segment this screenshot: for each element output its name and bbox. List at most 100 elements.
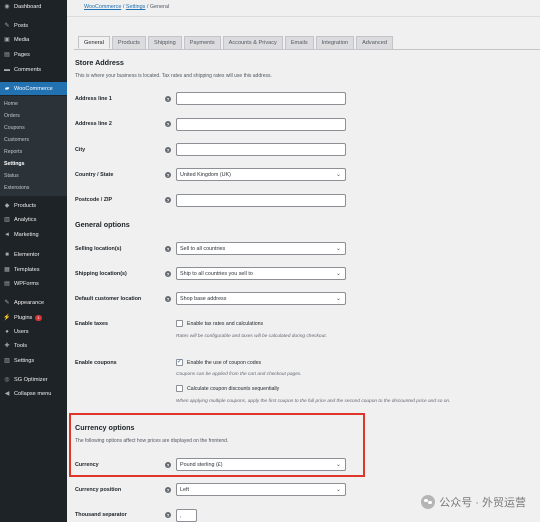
help-icon[interactable]: ? [165, 197, 171, 203]
tab-shipping[interactable]: Shipping [147, 36, 182, 49]
currency-label: Currency [75, 462, 99, 468]
watermark: 公众号 · 外贸运营 [421, 494, 526, 510]
sidebar-sub-settings[interactable]: Settings [0, 158, 67, 169]
help-icon[interactable]: ? [165, 462, 171, 468]
address1-input[interactable] [176, 92, 346, 105]
help-icon[interactable]: ? [165, 121, 171, 127]
pin-icon: ✎ [4, 23, 10, 29]
plug-icon: ⚡ [3, 315, 11, 321]
help-icon[interactable]: ? [165, 487, 171, 493]
megaphone-icon: ◄ [4, 231, 10, 238]
media-icon: ▣ [4, 37, 10, 43]
sg-optimizer-icon: ◎ [4, 377, 10, 383]
paintbrush-icon: ✎ [4, 300, 10, 306]
wrench-icon: ✚ [4, 343, 10, 349]
selling-locations-select[interactable]: Sell to all countries ⌄ [176, 242, 346, 255]
address2-input[interactable] [176, 118, 346, 131]
help-icon[interactable]: ? [165, 96, 171, 102]
currency-select[interactable]: Pound sterling (£) ⌄ [176, 458, 346, 471]
address1-label: Address line 1 [75, 96, 112, 102]
help-icon[interactable]: ? [165, 512, 171, 518]
sidebar-sub-extensions[interactable]: Extensions [0, 182, 67, 193]
tab-general[interactable]: General [78, 36, 110, 49]
sidebar-item-users[interactable]: ● Users [0, 325, 67, 338]
tab-integration[interactable]: Integration [315, 36, 355, 49]
wechat-icon [421, 495, 436, 509]
sidebar-item-plugins[interactable]: ⚡ Plugins 1 [0, 311, 67, 324]
sidebar-item-marketing[interactable]: ◄ Marketing [0, 228, 67, 241]
tab-payments[interactable]: Payments [183, 36, 221, 49]
sidebar-collapse-menu[interactable]: ◀ Collapse menu [0, 387, 67, 400]
coupon-codes-checkbox-label[interactable]: Enable the use of coupon codes [187, 360, 261, 366]
thousand-separator-input[interactable]: , [176, 509, 197, 522]
postcode-input[interactable] [176, 194, 346, 207]
tab-emails[interactable]: Emails [284, 36, 314, 49]
sidebar-item-templates[interactable]: ▦ Templates [0, 263, 67, 276]
default-customer-location-select[interactable]: Shop base address ⌄ [176, 292, 346, 305]
sidebar-sub-customers[interactable]: Customers [0, 134, 67, 145]
sidebar-item-media[interactable]: ▣ Media [0, 33, 67, 46]
city-label: City [75, 147, 86, 153]
store-address-heading: Store Address [75, 58, 124, 67]
woocommerce-icon: ▰ [4, 86, 10, 92]
help-icon[interactable]: ? [165, 296, 171, 302]
country-label: Country / State [75, 172, 114, 178]
enable-taxes-note: Rates will be configurable and taxes wil… [176, 334, 327, 339]
sidebar-item-products[interactable]: ◆ Products [0, 199, 67, 212]
help-icon[interactable]: ? [165, 271, 171, 277]
tabs-divider [74, 49, 540, 50]
breadcrumb-current: General [149, 4, 170, 10]
breadcrumb-settings[interactable]: Settings [126, 4, 145, 10]
sidebar-item-pages[interactable]: ▤ Pages [0, 48, 67, 61]
chevron-down-icon: ⌄ [335, 172, 341, 178]
city-input[interactable] [176, 143, 346, 156]
sidebar-item-sg-optimizer[interactable]: ◎ SG Optimizer [0, 373, 67, 386]
help-icon[interactable]: ? [165, 147, 171, 153]
country-select[interactable]: United Kingdom (UK) ⌄ [176, 168, 346, 181]
sidebar-item-dashboard[interactable]: ◉ Dashboard [0, 0, 67, 13]
header-divider [67, 16, 540, 17]
tab-products[interactable]: Products [111, 36, 146, 49]
sidebar-item-appearance[interactable]: ✎ Appearance [0, 296, 67, 309]
analytics-icon: ▥ [4, 217, 10, 223]
sidebar-sub-orders[interactable]: Orders [0, 110, 67, 121]
address2-label: Address line 2 [75, 121, 112, 127]
tab-accounts-privacy[interactable]: Accounts & Privacy [222, 36, 283, 49]
currency-position-select[interactable]: Left ⌄ [176, 483, 346, 496]
enable-coupons-label: Enable coupons [75, 360, 117, 366]
admin-sidebar: ◉ Dashboard ✎ Posts ▣ Media ▤ Pages ▬ Comment… [0, 0, 67, 522]
sidebar-item-comments[interactable]: ▬ Comments [0, 63, 67, 76]
chevron-down-icon: ⌄ [335, 271, 341, 277]
sidebar-sub-coupons[interactable]: Coupons [0, 122, 67, 133]
breadcrumb: WooCommerce / Settings / General [84, 4, 170, 10]
sidebar-item-posts[interactable]: ✎ Posts [0, 19, 67, 32]
templates-icon: ▦ [4, 267, 10, 273]
sidebar-sub-home[interactable]: Home [0, 98, 67, 109]
coupon-codes-note: Coupons can be applied from the cart and… [176, 372, 302, 377]
store-address-description: This is where your business is located. … [75, 73, 272, 79]
enable-taxes-checkbox[interactable] [176, 320, 183, 327]
help-icon[interactable]: ? [165, 246, 171, 252]
sidebar-sub-status[interactable]: Status [0, 170, 67, 181]
sidebar-item-analytics[interactable]: ▥ Analytics [0, 213, 67, 226]
default-customer-location-label: Default customer location [75, 296, 142, 302]
coupon-sequential-checkbox[interactable] [176, 385, 183, 392]
sidebar-item-woocommerce[interactable]: ▰ WooCommerce [0, 82, 67, 95]
tab-advanced[interactable]: Advanced [356, 36, 393, 49]
breadcrumb-woocommerce[interactable]: WooCommerce [84, 4, 121, 10]
coupon-sequential-checkbox-label[interactable]: Calculate coupon discounts sequentially [187, 386, 279, 392]
enable-taxes-checkbox-label[interactable]: Enable tax rates and calculations [187, 321, 263, 327]
help-icon[interactable]: ? [165, 172, 171, 178]
collapse-icon: ◀ [4, 391, 10, 397]
shipping-locations-select[interactable]: Ship to all countries you sell to ⌄ [176, 267, 346, 280]
sidebar-item-wpforms[interactable]: ▤ WPForms [0, 277, 67, 290]
sidebar-item-settings[interactable]: ▥ Settings [0, 354, 67, 367]
thousand-separator-label: Thousand separator [75, 512, 127, 518]
sidebar-item-tools[interactable]: ✚ Tools [0, 339, 67, 352]
sidebar-item-elementor[interactable]: ■ Elementor [0, 248, 67, 261]
sidebar-sub-reports[interactable]: Reports [0, 146, 67, 157]
wpforms-icon: ▤ [4, 281, 10, 287]
coupon-codes-checkbox[interactable]: ✓ [176, 359, 183, 366]
general-options-heading: General options [75, 220, 130, 229]
shipping-locations-label: Shipping location(s) [75, 271, 127, 277]
